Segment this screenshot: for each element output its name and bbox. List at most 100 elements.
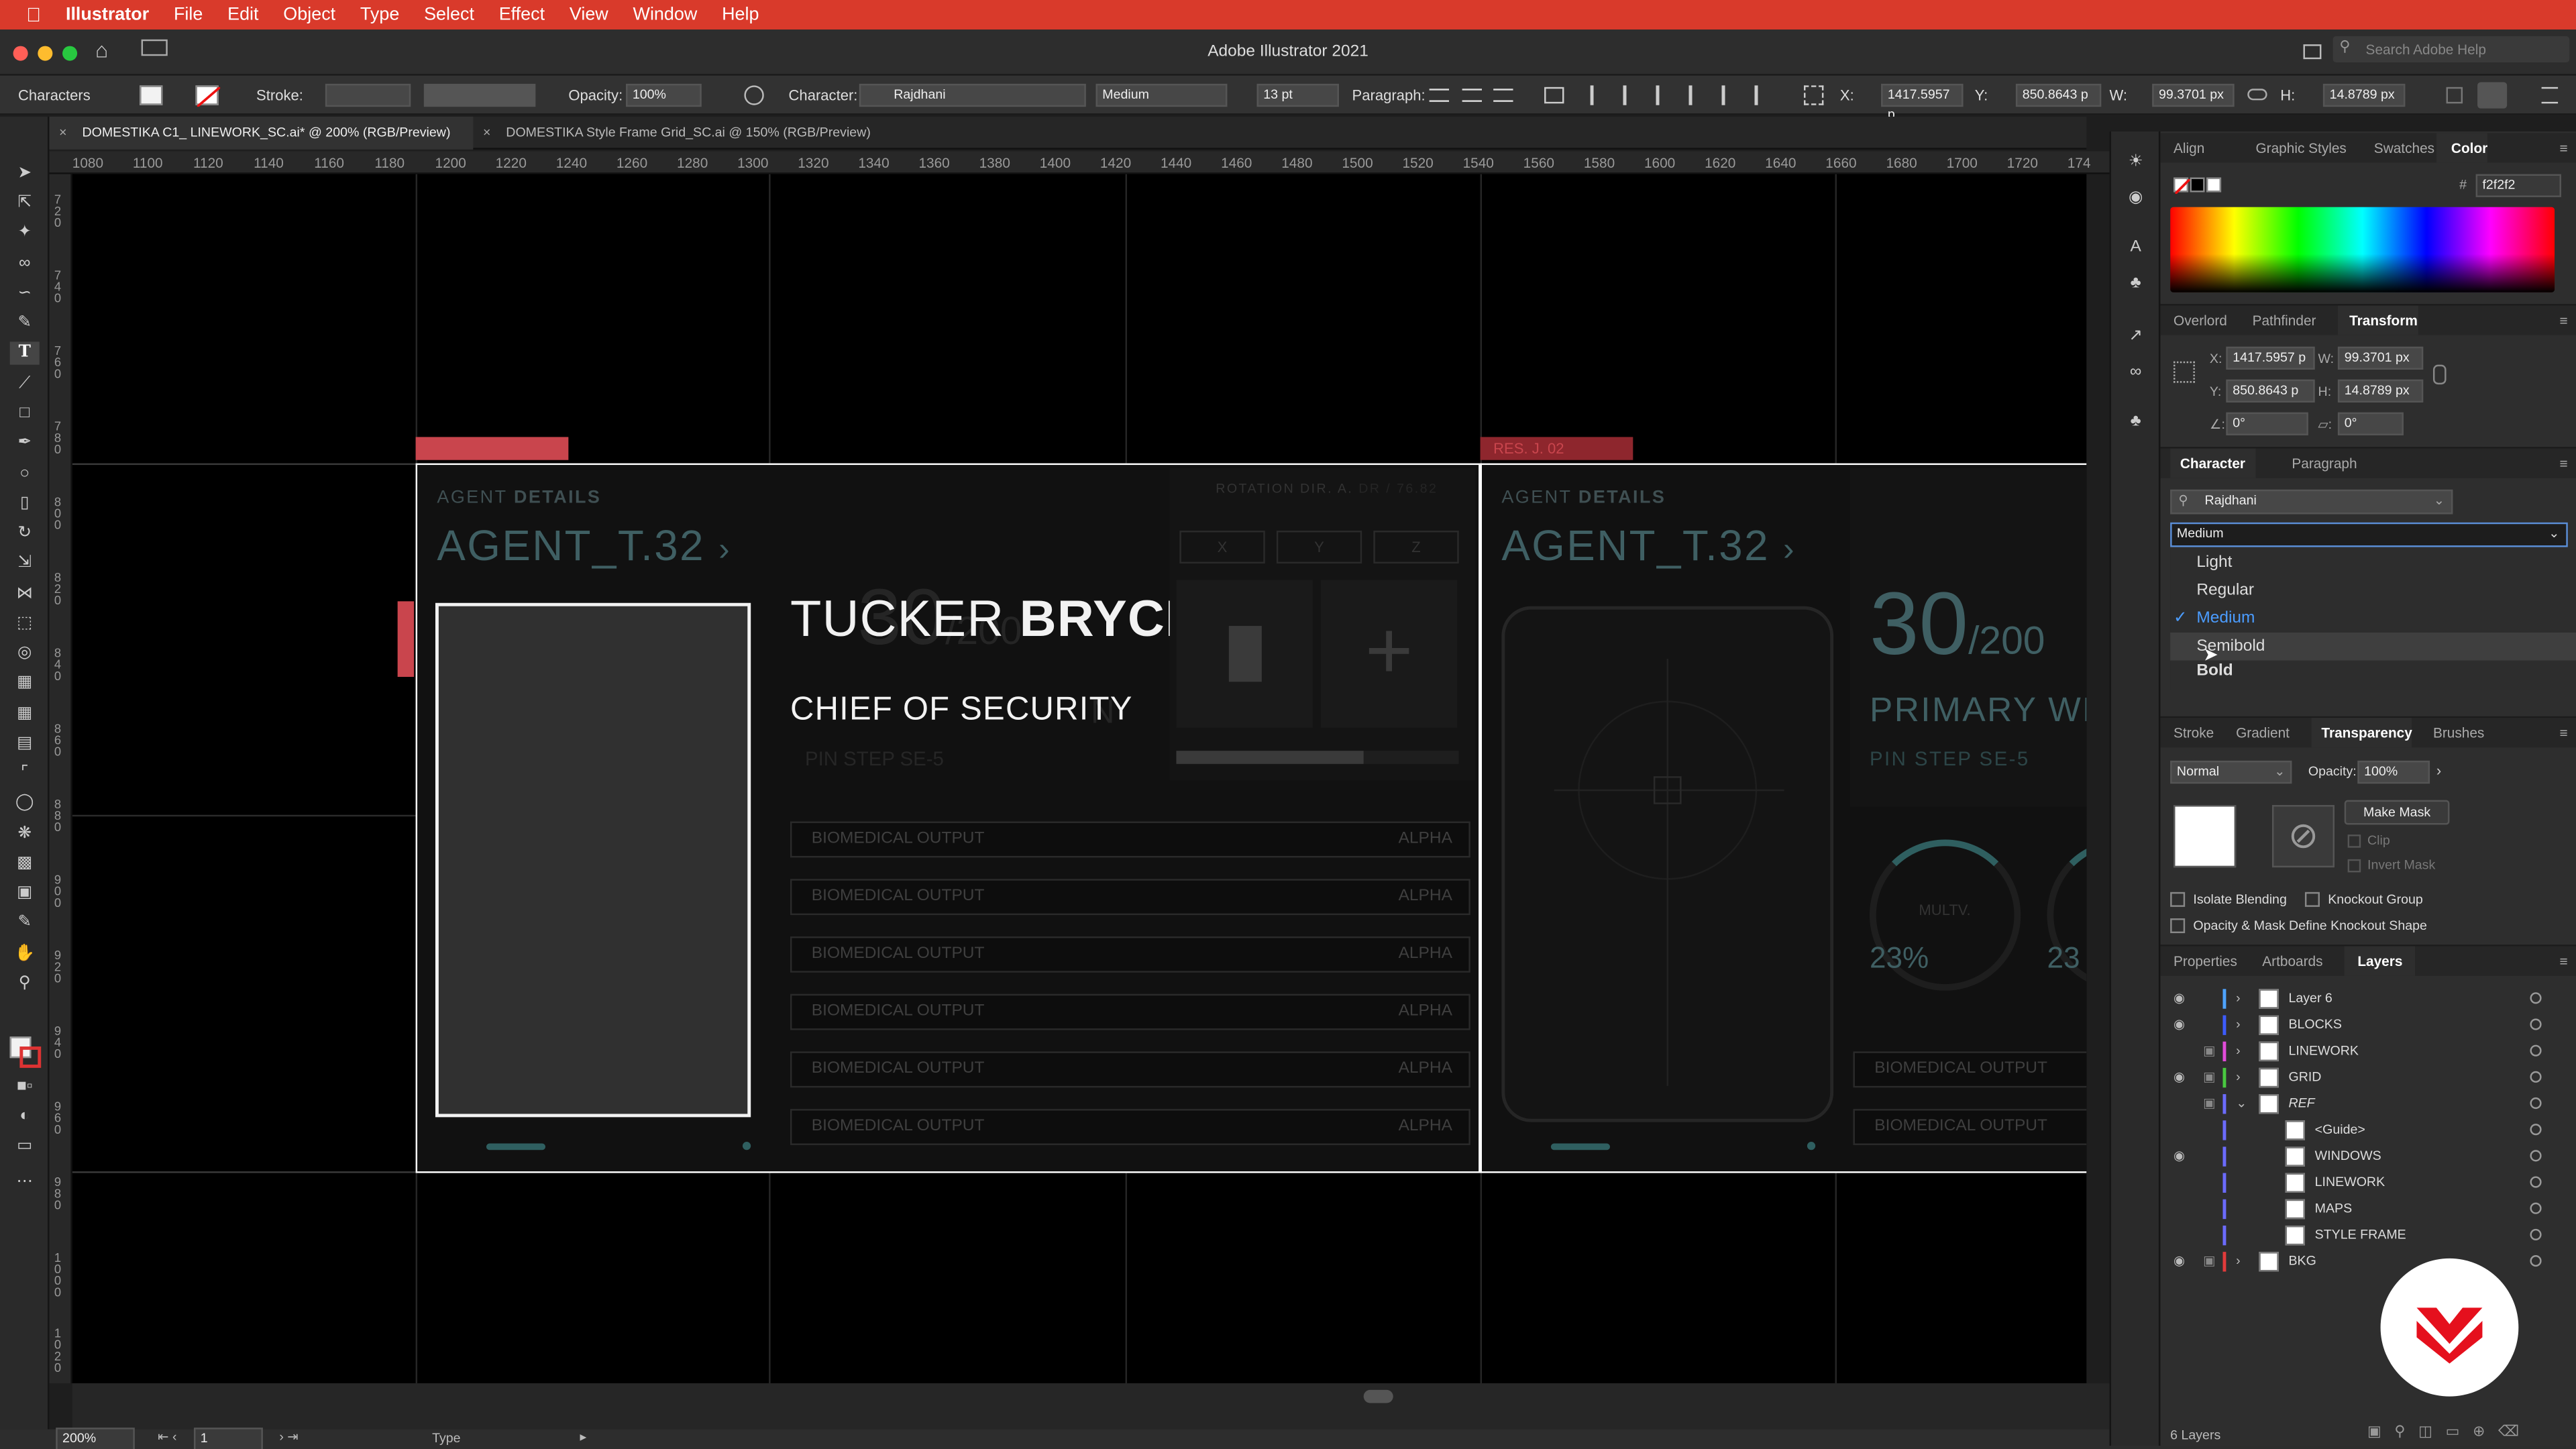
font-size-field[interactable]: 13 pt xyxy=(1256,83,1339,107)
rectangle-tool-icon[interactable]: □ xyxy=(10,402,40,425)
layer-target-icon[interactable] xyxy=(2530,1176,2542,1188)
expand-arrow-icon[interactable]: › xyxy=(2236,1012,2241,1038)
tab-layers[interactable]: Layers xyxy=(2344,946,2416,976)
menu-object[interactable]: Object xyxy=(283,5,335,24)
links-icon[interactable]: ∞ xyxy=(2121,362,2151,384)
tab-properties[interactable]: Properties xyxy=(2174,947,2237,976)
tab-character[interactable]: Character xyxy=(2170,448,2255,478)
transform-y-field[interactable]: 850.8643 p xyxy=(2226,379,2315,403)
agent-photo-frame[interactable] xyxy=(435,602,751,1118)
export-icon[interactable]: ↗ xyxy=(2121,325,2151,348)
slice-tool-icon[interactable]: ✎ xyxy=(10,912,40,934)
expand-arrow-icon[interactable]: › xyxy=(2236,1038,2241,1065)
eye-icon[interactable]: ◉ xyxy=(2174,985,2185,1012)
none-swatch[interactable] xyxy=(2174,177,2191,195)
white-swatch[interactable] xyxy=(2206,177,2222,193)
direct-selection-tool-icon[interactable]: ⇱ xyxy=(10,193,40,215)
gradient-tool-icon[interactable]: ▤ xyxy=(10,733,40,755)
color-spectrum[interactable] xyxy=(2170,207,2555,292)
option-light[interactable]: Light xyxy=(2170,549,2576,577)
menu-effect[interactable]: Effect xyxy=(499,5,545,24)
tab-align[interactable]: Align xyxy=(2174,133,2204,162)
selection-tool-icon[interactable]: ➤ xyxy=(10,162,40,185)
y-field[interactable]: 850.8643 p xyxy=(2015,83,2102,107)
option-medium[interactable]: ✓ Medium xyxy=(2170,604,2576,633)
make-mask-button[interactable]: Make Mask xyxy=(2344,800,2450,825)
transform-x-field[interactable]: 1417.5957 p xyxy=(2226,346,2315,370)
eraser-tool-icon[interactable]: ▯ xyxy=(10,493,40,516)
panel-menu-icon[interactable]: ≡ xyxy=(2560,449,2568,478)
invert-mask-checkbox[interactable] xyxy=(2347,859,2361,873)
rotate-tool-icon[interactable]: ↻ xyxy=(10,523,40,545)
layer-target-icon[interactable] xyxy=(2530,1124,2542,1136)
lock-icon[interactable]: ▣ xyxy=(2203,1038,2216,1065)
panel-menu-icon[interactable]: ≡ xyxy=(2560,718,2568,747)
transform-options-icon[interactable] xyxy=(2446,87,2463,104)
artboard-nav-icons[interactable]: ⇤ ‹ xyxy=(158,1430,176,1444)
free-transform-tool-icon[interactable]: ⬚ xyxy=(10,612,40,635)
layer-row[interactable]: STYLE FRAME xyxy=(2160,1222,2576,1248)
hex-field[interactable]: f2f2f2 xyxy=(2475,174,2561,197)
hand-tool-icon[interactable]: ✋ xyxy=(10,943,40,966)
tab-brushes[interactable]: Brushes xyxy=(2433,718,2484,747)
panel-font-style-field[interactable]: Medium ⌄ xyxy=(2170,522,2568,547)
glyphs-icon[interactable]: A xyxy=(2121,237,2151,260)
layer-row[interactable]: MAPS xyxy=(2160,1196,2576,1222)
opacity-mask-checkbox[interactable] xyxy=(2170,918,2186,934)
expand-arrow-icon[interactable]: ⌄ xyxy=(2236,1091,2247,1117)
variable-width-profile[interactable] xyxy=(423,83,536,107)
blend-mode-select[interactable]: Normal ⌄ xyxy=(2170,760,2292,784)
panel-menu-icon[interactable]: ≡ xyxy=(2560,306,2568,335)
search-help-field[interactable]: ⚲ Search Adobe Help xyxy=(2332,36,2570,63)
menu-select[interactable]: Select xyxy=(424,5,474,24)
panel-menu-icon[interactable] xyxy=(2541,87,2559,104)
eye-icon[interactable]: ◉ xyxy=(2174,1248,2185,1275)
isolate-icon[interactable] xyxy=(2477,82,2508,109)
column-graph-tool-icon[interactable]: ▩ xyxy=(10,853,40,875)
lock-icon[interactable]: ▣ xyxy=(2203,1248,2216,1275)
align-objects-icons[interactable] xyxy=(1590,85,1784,105)
tab-paragraph[interactable]: Paragraph xyxy=(2292,449,2357,478)
layer-target-icon[interactable] xyxy=(2530,1228,2542,1240)
shape-builder-tool-icon[interactable]: ◎ xyxy=(10,643,40,665)
opacity-arrow-icon[interactable]: › xyxy=(2436,762,2441,778)
symbol-sprayer-tool-icon[interactable]: ❋ xyxy=(10,823,40,846)
font-style-field[interactable]: Medium xyxy=(1095,83,1228,107)
layer-row[interactable]: ◉ › BLOCKS xyxy=(2160,1012,2576,1038)
layer-target-icon[interactable] xyxy=(2530,1150,2542,1162)
close-tab-icon[interactable]: × xyxy=(59,117,66,150)
type-tool-icon[interactable]: T xyxy=(9,341,40,365)
symbols-icon[interactable]: ♣ xyxy=(2121,273,2151,296)
appearance-icon[interactable]: ◉ xyxy=(2121,187,2151,210)
tab-graphic-styles[interactable]: Graphic Styles xyxy=(2255,133,2346,162)
menu-type[interactable]: Type xyxy=(360,5,399,24)
expand-arrow-icon[interactable]: › xyxy=(2236,1065,2241,1091)
constrain-proportions-icon[interactable] xyxy=(2247,89,2267,101)
edit-toolbar-icon[interactable]: ⋯ xyxy=(10,1171,40,1194)
color-guide-icon[interactable]: ☀ xyxy=(2121,151,2151,174)
panel-font-family-field[interactable]: ⚲ Rajdhani ⌄ xyxy=(2170,489,2453,515)
transform-w-field[interactable]: 99.3701 px xyxy=(2337,346,2424,370)
align-left-icon[interactable] xyxy=(1429,89,1450,102)
libraries-icon[interactable]: ♣ xyxy=(2121,411,2151,433)
lock-icon[interactable]: ▣ xyxy=(2203,1065,2216,1091)
option-regular[interactable]: Regular xyxy=(2170,577,2576,605)
menu-window[interactable]: Window xyxy=(633,5,698,24)
lock-icon[interactable]: ▣ xyxy=(2203,1091,2216,1117)
opacity-field[interactable]: 100% xyxy=(626,83,702,107)
menu-help[interactable]: Help xyxy=(722,5,759,24)
draw-mode-icon[interactable]: ◐ xyxy=(10,1106,40,1128)
layer-row[interactable]: ▣ › LINEWORK xyxy=(2160,1038,2576,1065)
artboard-tool-icon[interactable]: ▣ xyxy=(10,882,40,905)
expand-arrow-icon[interactable]: › xyxy=(2236,1248,2241,1275)
knockout-group-checkbox[interactable] xyxy=(2304,892,2320,907)
transform-h-field[interactable]: 14.8789 px xyxy=(2337,379,2424,403)
tab-transparency[interactable]: Transparency xyxy=(2311,718,2412,748)
layer-target-icon[interactable] xyxy=(2530,1202,2542,1214)
black-swatch[interactable] xyxy=(2190,177,2205,193)
recolor-artwork-icon[interactable] xyxy=(744,85,764,105)
h-field[interactable]: 14.8789 px xyxy=(2322,83,2406,107)
layer-target-icon[interactable] xyxy=(2530,1018,2542,1030)
agent-name[interactable]: TUCKER BRYCE xyxy=(790,590,1200,649)
status-menu-arrow[interactable]: ▸ xyxy=(580,1430,586,1444)
